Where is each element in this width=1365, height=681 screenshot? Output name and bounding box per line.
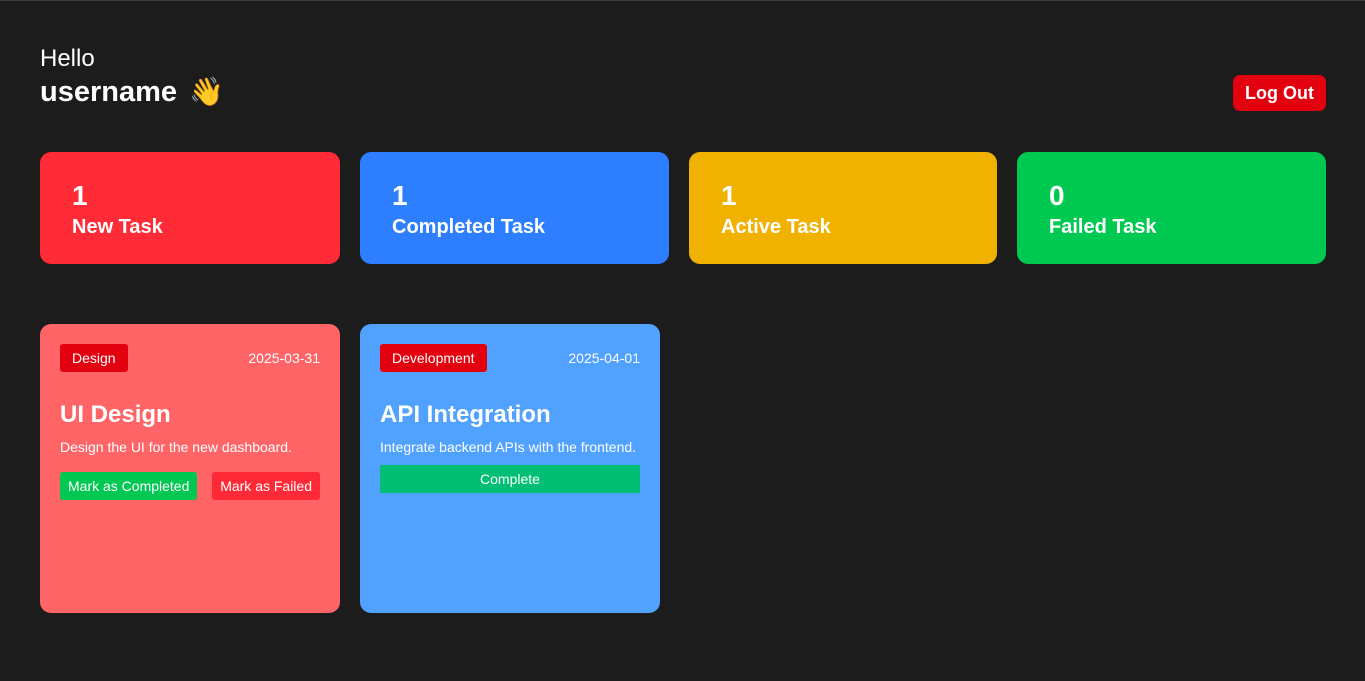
- task-description: Design the UI for the new dashboard.: [60, 439, 292, 455]
- stat-label: Failed Task: [1049, 216, 1157, 238]
- task-title: UI Design: [60, 401, 171, 428]
- stat-count: 1: [72, 180, 88, 211]
- task-stats: 1 New Task 1 Completed Task 1 Active Tas…: [40, 152, 1326, 264]
- stat-card-completed: 1 Completed Task: [360, 152, 669, 264]
- task-category-badge: Development: [380, 344, 487, 372]
- task-list: Design 2025-03-31 UI Design Design the U…: [40, 324, 1326, 613]
- task-date: 2025-03-31: [248, 350, 320, 366]
- task-date: 2025-04-01: [568, 350, 640, 366]
- stat-count: 0: [1049, 180, 1065, 211]
- task-card-completed: Development 2025-04-01 API Integration I…: [360, 324, 660, 613]
- greeting-text: Hello: [40, 45, 95, 72]
- username-line: username 👋: [40, 73, 224, 111]
- stat-card-failed: 0 Failed Task: [1017, 152, 1326, 264]
- stat-card-active: 1 Active Task: [689, 152, 997, 264]
- complete-status-button[interactable]: Complete: [380, 465, 640, 493]
- wave-hand-icon: 👋: [189, 76, 224, 107]
- stat-count: 1: [721, 180, 737, 211]
- username: username: [40, 76, 178, 108]
- dashboard-page: Hello username 👋 Log Out 1 New Task 1 Co…: [0, 0, 1365, 681]
- stat-label: Active Task: [721, 216, 831, 238]
- task-category-badge: Design: [60, 344, 128, 372]
- task-card-header: Development 2025-04-01: [380, 344, 640, 372]
- task-title: API Integration: [380, 401, 551, 428]
- task-description: Integrate backend APIs with the frontend…: [380, 439, 637, 455]
- stat-label: Completed Task: [392, 216, 545, 238]
- header: Hello username 👋 Log Out: [40, 1, 1326, 111]
- greeting-block: Hello username 👋: [40, 45, 224, 111]
- stat-label: New Task: [72, 216, 163, 238]
- task-actions: Mark as Completed Mark as Failed: [60, 472, 320, 500]
- mark-completed-button[interactable]: Mark as Completed: [60, 472, 198, 500]
- stat-count: 1: [392, 180, 408, 211]
- mark-failed-button[interactable]: Mark as Failed: [212, 472, 320, 500]
- logout-button[interactable]: Log Out: [1233, 75, 1326, 111]
- task-card-header: Design 2025-03-31: [60, 344, 320, 372]
- task-card-new: Design 2025-03-31 UI Design Design the U…: [40, 324, 340, 613]
- stat-card-new: 1 New Task: [40, 152, 340, 264]
